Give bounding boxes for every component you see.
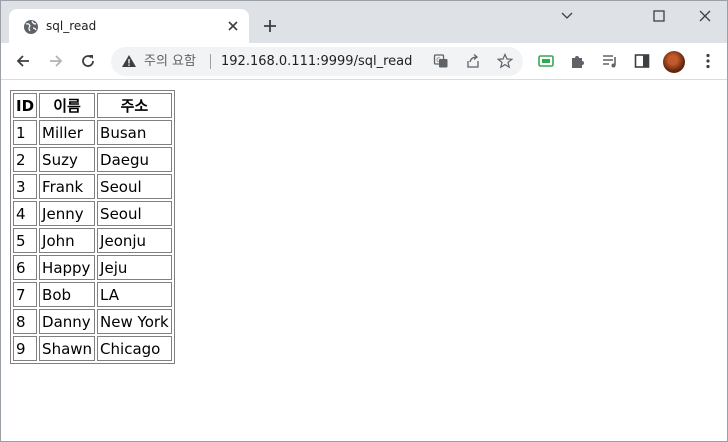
table-row: 9 Shawn Chicago [13,336,172,361]
header-id: ID [13,93,38,118]
profile-avatar[interactable] [663,51,685,73]
cell-address: Busan [97,120,172,145]
cell-address: Daegu [97,147,172,172]
media-queue-icon[interactable] [601,52,619,70]
cell-id: 6 [13,255,38,280]
cell-name: Happy [39,255,96,280]
table-header-row: ID 이름 주소 [13,93,172,118]
share-icon[interactable] [465,53,481,69]
cell-name: John [39,228,96,253]
new-tab-plus-icon[interactable] [262,18,278,34]
security-warning-label[interactable]: 주의 요함 [144,53,196,70]
forward-arrow-icon[interactable] [47,52,65,70]
puzzle-icon[interactable] [569,52,587,70]
cell-name: Bob [39,282,96,307]
star-icon[interactable] [497,53,513,69]
url-text[interactable]: 192.168.0.111:9999/sql_read [221,53,412,70]
back-arrow-icon[interactable] [14,52,32,70]
tab-title: sql_read [46,19,97,33]
results-table: ID 이름 주소 1 Miller Busan 2 Suzy Daegu 3 F… [10,90,175,364]
cell-name: Shawn [39,336,96,361]
cell-address: LA [97,282,172,307]
cell-id: 2 [13,147,38,172]
cell-address: Seoul [97,201,172,226]
globe-icon [24,20,38,34]
table-row: 7 Bob LA [13,282,172,307]
svg-text:G: G [436,57,441,64]
cell-id: 7 [13,282,38,307]
table-row: 8 Danny New York [13,309,172,334]
page-content: ID 이름 주소 1 Miller Busan 2 Suzy Daegu 3 F… [1,81,727,441]
header-name: 이름 [39,93,96,118]
cell-name: Danny [39,309,96,334]
cell-id: 9 [13,336,38,361]
maximize-icon[interactable] [649,6,669,26]
cell-name: Suzy [39,147,96,172]
tab-strip: sql_read [1,1,727,43]
omnibox-divider [210,54,211,69]
green-extension-icon[interactable] [537,52,555,70]
cell-id: 5 [13,228,38,253]
cell-id: 8 [13,309,38,334]
table-row: 2 Suzy Daegu [13,147,172,172]
cell-name: Jenny [39,201,96,226]
cell-name: Frank [39,174,96,199]
table-row: 5 John Jeonju [13,228,172,253]
cell-id: 1 [13,120,38,145]
cell-address: Jeonju [97,228,172,253]
translate-icon[interactable]: G [433,53,449,69]
side-panel-icon[interactable] [633,52,651,70]
cell-address: Jeju [97,255,172,280]
address-bar[interactable]: 주의 요함 192.168.0.111:9999/sql_read G [111,47,523,76]
table-row: 3 Frank Seoul [13,174,172,199]
table-row: 4 Jenny Seoul [13,201,172,226]
cell-address: New York [97,309,172,334]
tab-sql-read[interactable]: sql_read [9,9,249,43]
warning-triangle-icon[interactable] [121,53,137,69]
cell-id: 4 [13,201,38,226]
reload-icon[interactable] [79,52,97,70]
browser-window: sql_read 주의 요함 192.168.0.111:9999/sql_re… [0,0,728,442]
minimize-chevron-icon[interactable] [557,6,577,26]
window-close-icon[interactable] [695,6,715,26]
browser-toolbar: 주의 요함 192.168.0.111:9999/sql_read G [1,43,727,80]
close-icon[interactable] [225,18,241,34]
cell-id: 3 [13,174,38,199]
header-address: 주소 [97,93,172,118]
cell-address: Seoul [97,174,172,199]
table-row: 6 Happy Jeju [13,255,172,280]
kebab-menu-icon[interactable] [699,52,717,70]
cell-name: Miller [39,120,96,145]
cell-address: Chicago [97,336,172,361]
table-row: 1 Miller Busan [13,120,172,145]
